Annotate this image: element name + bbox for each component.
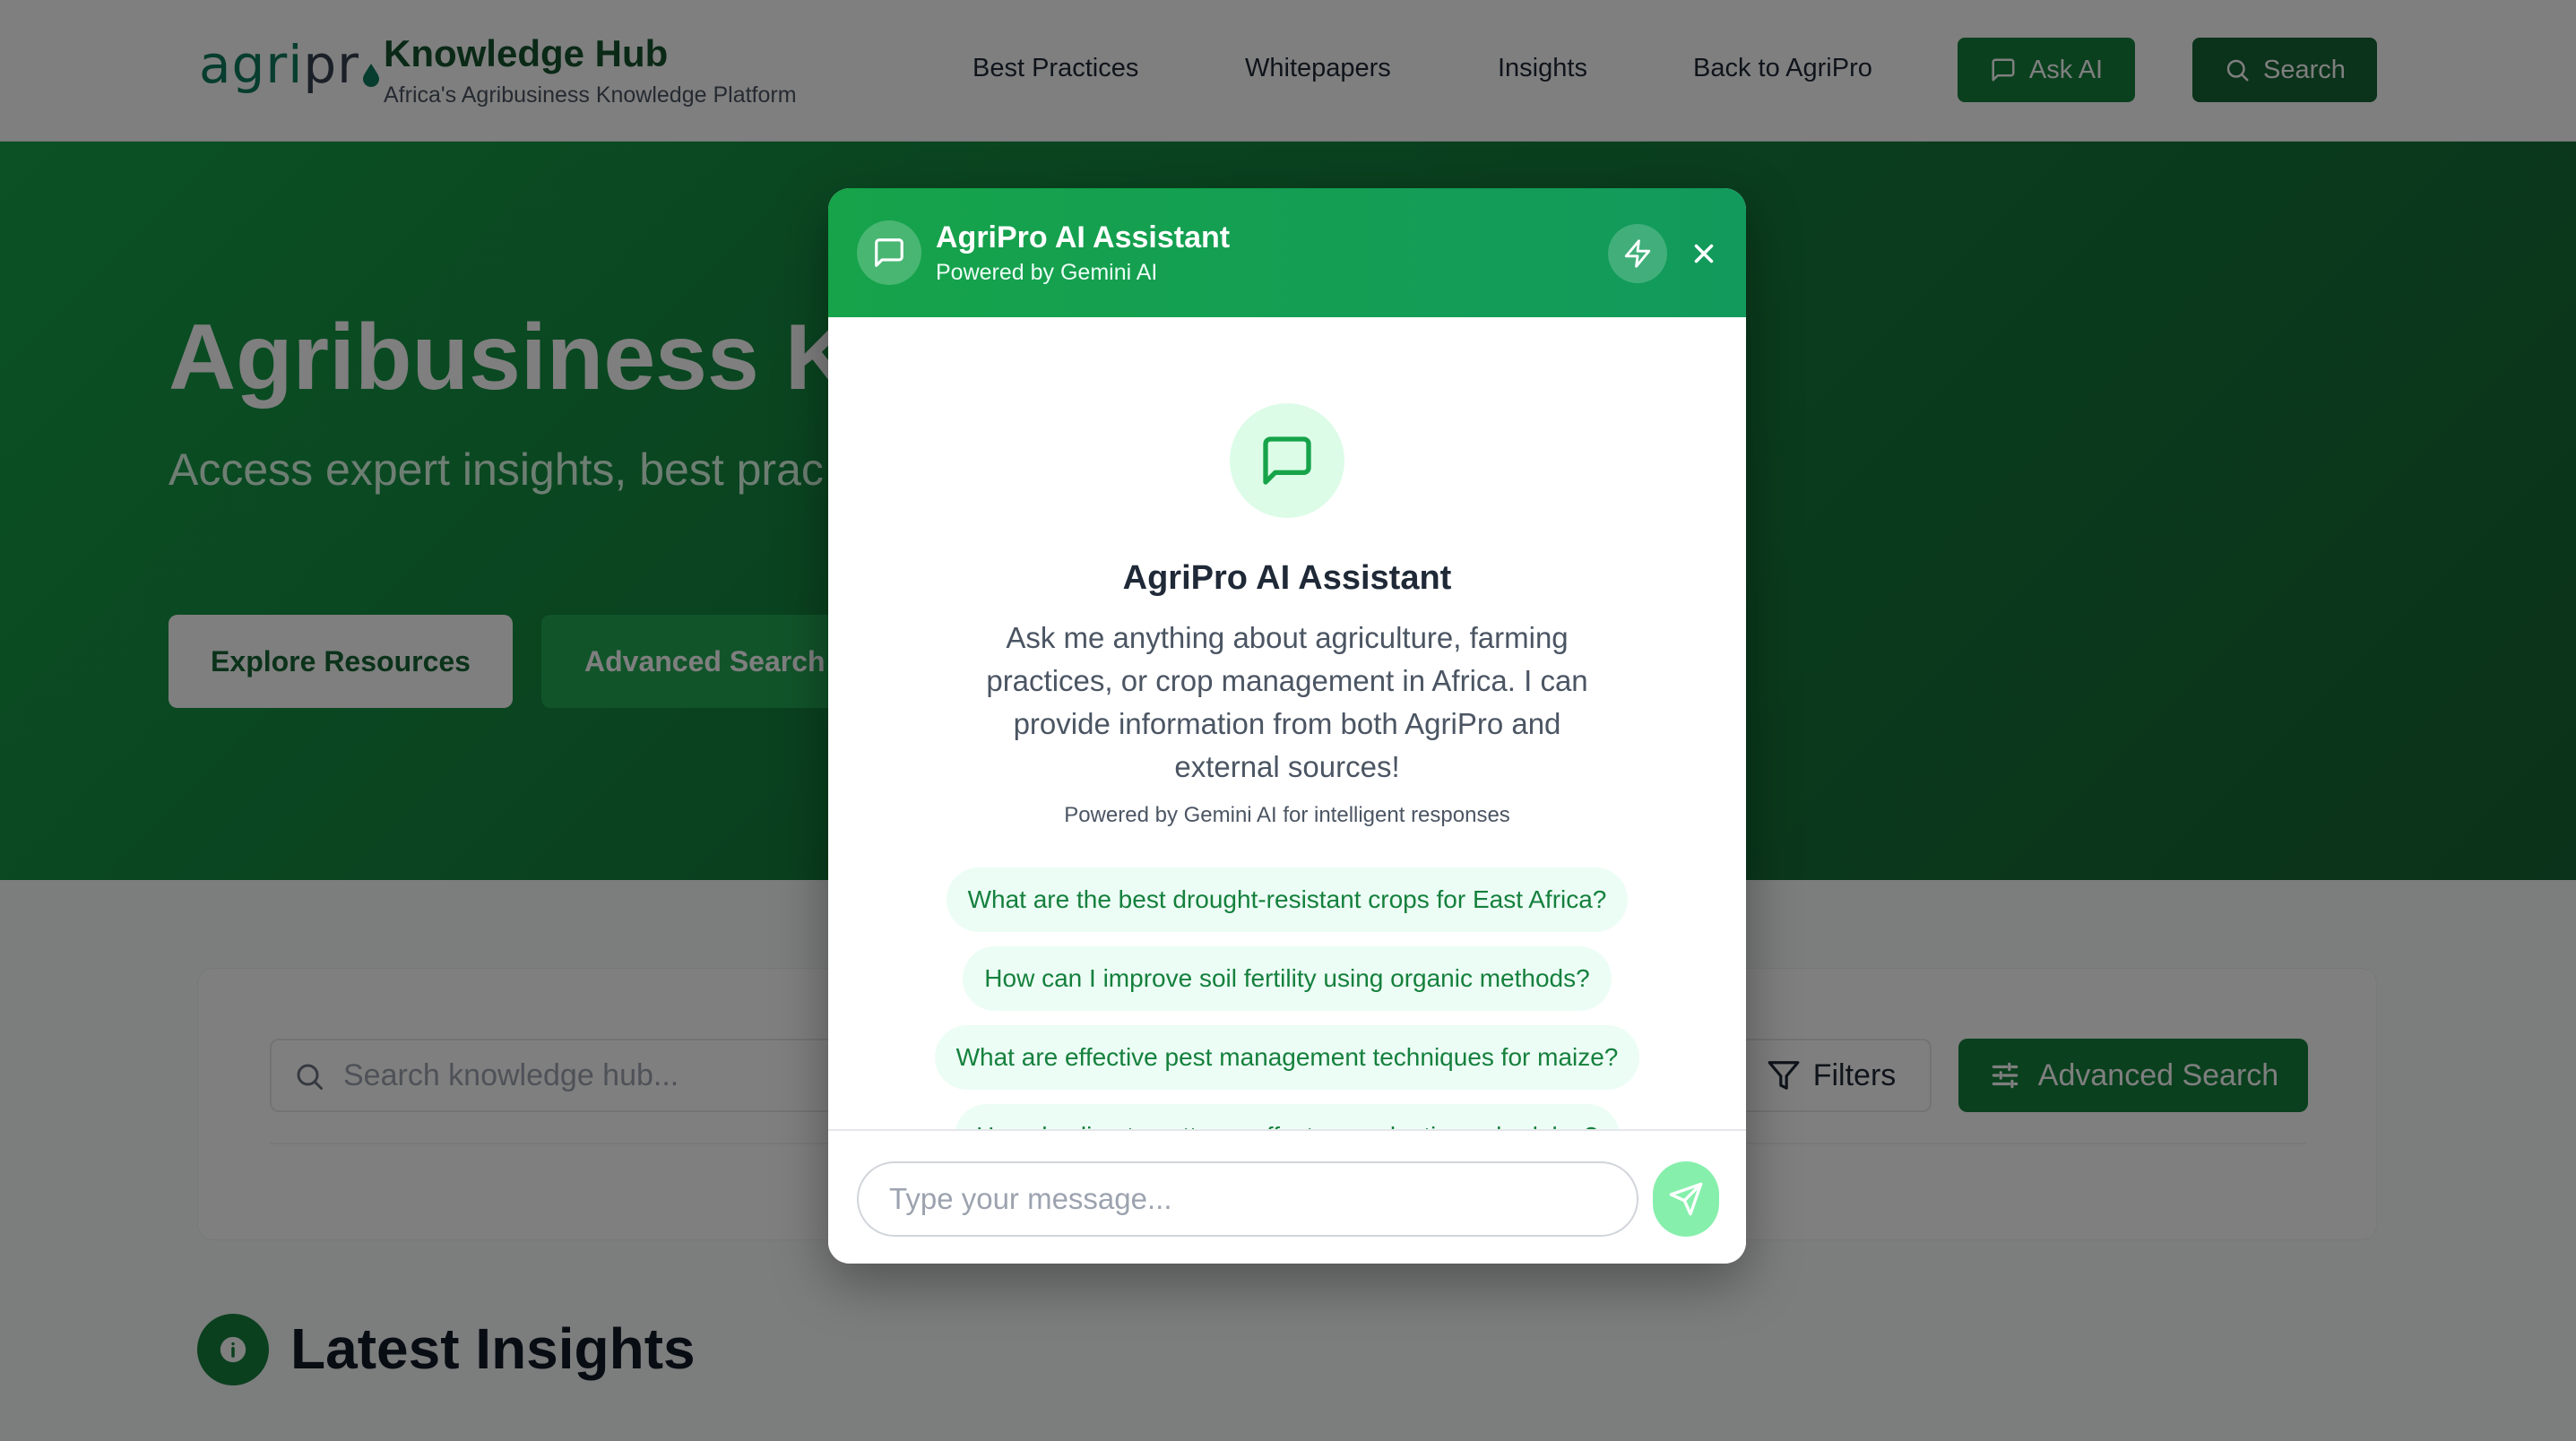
dialog-subtitle: Powered by Gemini AI — [936, 260, 1158, 285]
welcome-title: AgriPro AI Assistant — [1122, 559, 1452, 597]
zap-icon[interactable] — [1608, 224, 1667, 283]
suggestion-chip[interactable]: How can I improve soil fertility using o… — [963, 946, 1612, 1011]
message-input[interactable]: Type your message... — [857, 1161, 1638, 1237]
suggestion-list: What are the best drought-resistant crop… — [828, 867, 1746, 1129]
send-icon — [1669, 1182, 1703, 1216]
dialog-header: AgriPro AI Assistant Powered by Gemini A… — [828, 188, 1746, 317]
send-button[interactable] — [1653, 1161, 1719, 1237]
close-icon[interactable] — [1681, 231, 1726, 276]
chat-icon — [1230, 403, 1344, 518]
powered-note: Powered by Gemini AI for intelligent res… — [1064, 803, 1510, 827]
dialog-footer: Type your message... — [828, 1129, 1746, 1264]
dialog-title: AgriPro AI Assistant — [936, 220, 1231, 255]
welcome-description: Ask me anything about agriculture, farmi… — [986, 621, 1588, 783]
suggestion-chip[interactable]: What are effective pest management techn… — [934, 1025, 1640, 1090]
suggestion-chip[interactable]: How do climate patterns affect crop plan… — [955, 1104, 1620, 1129]
suggestion-chip[interactable]: What are the best drought-resistant crop… — [946, 867, 1629, 932]
dialog-body[interactable]: AgriPro AI Assistant Ask me anything abo… — [828, 317, 1746, 1129]
message-placeholder: Type your message... — [889, 1182, 1172, 1215]
ai-assistant-dialog: AgriPro AI Assistant Powered by Gemini A… — [828, 188, 1746, 1264]
chat-icon — [857, 220, 921, 285]
